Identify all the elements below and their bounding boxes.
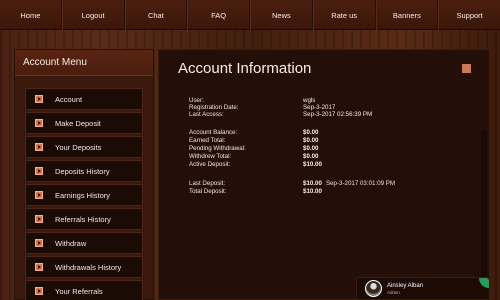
info-value: Sep-3-2017 02:56:39 PM (303, 111, 373, 118)
menu-item-deposits-history[interactable]: Deposits History (25, 160, 143, 182)
info-row-active-deposit: Active Deposit: $10.00 (189, 161, 322, 168)
arrow-right-icon (35, 287, 43, 295)
arrow-right-icon (35, 239, 43, 247)
nav-faq[interactable]: FAQ (187, 0, 250, 30)
nav-home[interactable]: Home (0, 0, 62, 30)
menu-item-withdrawals-history[interactable]: Withdrawals History (25, 256, 143, 278)
info-value: $0.00 (303, 137, 319, 144)
chat-agent-info: Ainsley Alban Admin (387, 283, 423, 295)
info-label: Earned Total: (189, 137, 226, 144)
menu-item-your-deposits[interactable]: Your Deposits (25, 136, 143, 158)
info-row-user: User: wgls (189, 97, 315, 104)
menu-item-label: Withdraw (55, 238, 87, 248)
info-label: Withdrew Total: (189, 153, 232, 160)
info-value: $10.00 (303, 180, 322, 187)
menu-item-account[interactable]: Account (25, 88, 143, 110)
info-row-earned-total: Earned Total: $0.00 (189, 137, 318, 144)
info-row-pending-withdrawal: Pending Withdrawal: $0.00 (189, 145, 318, 152)
menu-item-label: Withdrawals History (55, 262, 122, 272)
arrow-right-icon (35, 95, 43, 103)
info-value: $10.00 (303, 161, 322, 168)
account-menu-sidebar: Account Menu Account Make Deposit Your D… (14, 49, 154, 300)
menu-item-earnings-history[interactable]: Earnings History (25, 184, 143, 206)
account-menu-list: Account Make Deposit Your Deposits Depos… (15, 76, 153, 300)
arrow-right-icon (35, 119, 43, 127)
info-label: Pending Withdrawal: (189, 145, 246, 152)
info-row-account-balance: Account Balance: $0.00 (189, 129, 318, 136)
menu-item-label: Account (55, 94, 83, 104)
info-label: Last Deposit: (189, 180, 226, 187)
info-row-registration-date: Registration Date: Sep-3-2017 (189, 104, 335, 111)
info-label: Last Access: (189, 111, 224, 118)
page-title: Account Information (178, 60, 312, 77)
info-row-last-deposit: Last Deposit: $10.00 Sep-3-2017 03:01:09… (189, 180, 395, 187)
arrow-right-icon (35, 215, 43, 223)
chat-agent-role: Admin (387, 289, 400, 295)
nav-support[interactable]: Support (438, 0, 500, 30)
info-value: $10.00 (303, 188, 322, 195)
menu-item-referrals-history[interactable]: Referrals History (25, 208, 143, 230)
top-navigation: Home Logout Chat FAQ News Rate us Banner… (0, 0, 500, 30)
menu-item-label: Your Referrals (55, 286, 103, 296)
last-deposit-date: Sep-3-2017 03:01:09 PM (325, 180, 396, 187)
menu-item-label: Earnings History (55, 190, 111, 200)
arrow-right-icon (35, 167, 43, 175)
chat-agent-name: Ainsley Alban (387, 282, 424, 289)
nav-chat[interactable]: Chat (124, 0, 188, 30)
info-value: $0.00 (303, 145, 319, 152)
nav-logout[interactable]: Logout (61, 0, 125, 30)
info-row-withdrew-total: Withdrew Total: $0.00 (189, 153, 318, 160)
info-row-total-deposit: Total Deposit: $10.00 (189, 188, 322, 195)
arrow-right-icon (35, 263, 43, 271)
info-label: User: (189, 97, 204, 104)
account-menu-title: Account Menu (15, 50, 153, 76)
decorative-square-icon (462, 64, 471, 73)
avatar (365, 280, 382, 297)
info-value: Sep-3-2017 (303, 104, 336, 111)
menu-item-make-deposit[interactable]: Make Deposit (25, 112, 143, 134)
menu-item-withdraw[interactable]: Withdraw (25, 232, 143, 254)
info-value: $0.00 (303, 153, 319, 160)
menu-item-label: Referrals History (55, 214, 111, 224)
menu-item-your-referrals[interactable]: Your Referrals (25, 280, 143, 300)
nav-banners[interactable]: Banners (375, 0, 439, 30)
info-value: wgls (303, 97, 316, 104)
info-value: $0.00 (303, 129, 319, 136)
arrow-right-icon (35, 191, 43, 199)
menu-item-label: Your Deposits (55, 142, 102, 152)
account-information-panel: Account Information User: wgls Registrat… (158, 49, 490, 300)
menu-item-label: Deposits History (55, 166, 110, 176)
info-label: Account Balance: (189, 129, 238, 136)
menu-item-label: Make Deposit (55, 118, 101, 128)
online-status-indicator (479, 278, 489, 288)
nav-rate-us[interactable]: Rate us (312, 0, 376, 30)
arrow-right-icon (35, 143, 43, 151)
info-label: Active Deposit: (189, 161, 231, 168)
live-chat-widget[interactable]: Ainsley Alban Admin (356, 277, 490, 300)
info-row-last-access: Last Access: Sep-3-2017 02:56:39 PM (189, 111, 372, 118)
nav-news[interactable]: News (250, 0, 313, 30)
info-label: Total Deposit: (189, 188, 227, 195)
scrollbar[interactable] (481, 130, 487, 278)
info-label: Registration Date: (189, 104, 239, 111)
